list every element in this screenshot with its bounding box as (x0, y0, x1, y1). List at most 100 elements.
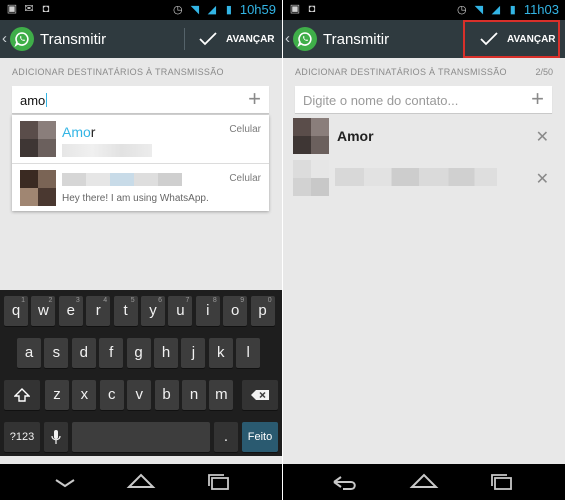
gmail-notification-icon: ✉ (24, 3, 34, 15)
name-rest: r (90, 124, 96, 140)
next-button[interactable]: AVANÇAR (198, 20, 275, 58)
key-w[interactable]: w2 (31, 296, 56, 326)
phone-type: Celular (229, 173, 261, 184)
key-l[interactable]: l (236, 338, 261, 368)
key-y[interactable]: y6 (141, 296, 165, 326)
section-label: ADICIONAR DESTINATÁRIOS À TRANSMISSÃO (295, 67, 507, 77)
key-t[interactable]: t5 (113, 296, 138, 326)
key-x[interactable]: x (72, 380, 97, 410)
home-icon[interactable] (409, 472, 439, 492)
action-bar: ‹ Transmitir AVANÇAR (283, 20, 565, 58)
next-button-label: AVANÇAR (507, 33, 556, 45)
symbols-key[interactable]: ?123 (4, 422, 40, 452)
suggestion-item[interactable]: Celular Hey there! I am using WhatsApp. (12, 163, 269, 211)
key-g[interactable]: g (126, 338, 151, 368)
action-bar: ‹ Transmitir AVANÇAR (0, 20, 282, 58)
suggestions-dropdown: Amor Celular Celular Hey there! I am usi… (12, 115, 269, 211)
recent-apps-icon[interactable] (204, 472, 234, 492)
navigation-bar (283, 464, 565, 500)
alarm-icon: ◷ (173, 3, 183, 16)
recipient-item[interactable]: Amor ✕ (283, 114, 565, 160)
key-n[interactable]: n (182, 380, 206, 410)
search-placeholder: Digite o nome do contato... (303, 93, 459, 108)
key-f[interactable]: f (99, 338, 124, 368)
key-label: y (149, 302, 157, 319)
key-s[interactable]: s (44, 338, 69, 368)
wifi-icon: ◥ (190, 3, 200, 16)
close-icon[interactable]: ✕ (536, 169, 549, 189)
back-icon[interactable] (329, 472, 359, 492)
backspace-icon (251, 390, 269, 400)
key-secondary: 5 (130, 297, 135, 304)
plus-icon[interactable]: + (531, 88, 544, 110)
key-secondary: 9 (240, 297, 245, 304)
shift-key[interactable] (4, 380, 40, 410)
key-b[interactable]: b (154, 380, 179, 410)
status-bar: ▣ ✉ ◘ ◷ ◥ ◢ ▮ 10h59 (0, 0, 282, 20)
search-input[interactable]: amo + (12, 86, 269, 114)
space-key[interactable] (72, 422, 210, 452)
next-button[interactable]: AVANÇAR (463, 20, 560, 58)
soft-keyboard: q1w2e3r4t5y6u7i8o9p0 asdfghjkl zxcvbnm ?… (0, 290, 282, 456)
period-key[interactable]: . (214, 422, 238, 452)
key-e[interactable]: e3 (58, 296, 83, 326)
recent-apps-icon[interactable] (487, 472, 517, 492)
key-z[interactable]: z (45, 380, 69, 410)
key-label: o (231, 302, 240, 319)
key-r[interactable]: r4 (86, 296, 111, 326)
key-secondary: 3 (75, 297, 80, 304)
search-input[interactable]: Digite o nome do contato... + (295, 86, 552, 114)
contact-status: Hey there! I am using WhatsApp. (62, 193, 209, 204)
key-secondary: 0 (267, 297, 272, 304)
key-o[interactable]: o9 (223, 296, 248, 326)
key-q[interactable]: q1 (4, 296, 28, 326)
match-highlight: Amo (62, 124, 91, 140)
battery-icon: ▮ (225, 3, 232, 16)
key-i[interactable]: i8 (195, 296, 220, 326)
key-label: t (123, 302, 128, 319)
key-k[interactable]: k (208, 338, 233, 368)
chevron-left-icon[interactable]: ‹ (2, 30, 7, 47)
key-h[interactable]: h (154, 338, 178, 368)
mic-key[interactable] (44, 422, 68, 452)
keyboard-row-1: q1w2e3r4t5y6u7i8o9p0 (0, 296, 282, 329)
bag-notification-icon: ◘ (42, 3, 50, 15)
key-a[interactable]: a (17, 338, 41, 368)
chevron-left-icon[interactable]: ‹ (285, 30, 290, 47)
action-divider (184, 28, 185, 50)
key-v[interactable]: v (127, 380, 152, 410)
suggestion-item[interactable]: Amor Celular (12, 115, 269, 163)
key-d[interactable]: d (71, 338, 96, 368)
key-label: w (37, 302, 49, 319)
status-time: 11h03 (523, 2, 559, 17)
signal-icon: ◢ (207, 3, 217, 16)
close-icon[interactable]: ✕ (536, 127, 549, 147)
key-u[interactable]: u7 (168, 296, 193, 326)
wifi-icon: ◥ (474, 3, 484, 16)
key-label: e (66, 302, 75, 319)
system-icons: ◷ ◥ ◢ ▮ 10h59 (172, 2, 276, 17)
blurred-name (62, 173, 182, 186)
whatsapp-icon[interactable] (10, 27, 34, 51)
avatar (20, 170, 56, 206)
collapse-keyboard-icon[interactable] (50, 472, 80, 492)
recipient-item[interactable]: ✕ (283, 156, 565, 202)
bag-notification-icon: ◘ (308, 3, 316, 15)
key-secondary: 6 (158, 297, 162, 304)
whatsapp-icon[interactable] (293, 27, 317, 51)
home-icon[interactable] (126, 472, 156, 492)
key-label: q (11, 302, 21, 319)
contact-name: Amor (62, 124, 95, 140)
image-notification-icon: ▣ (6, 3, 18, 15)
right-screen: ▣ ◘ ◷ ◥ ◢ ▮ 11h03 ‹ Transmitir AVANÇAR A… (283, 0, 565, 500)
key-m[interactable]: m (209, 380, 234, 410)
plus-icon[interactable]: + (248, 88, 261, 110)
backspace-key[interactable] (242, 380, 278, 410)
key-j[interactable]: j (181, 338, 206, 368)
key-c[interactable]: c (99, 380, 124, 410)
system-icons: ◷ ◥ ◢ ▮ 11h03 (456, 2, 559, 17)
key-p[interactable]: p0 (250, 296, 275, 326)
status-bar: ▣ ◘ ◷ ◥ ◢ ▮ 11h03 (283, 0, 565, 20)
done-key[interactable]: Feito (242, 422, 278, 452)
blurred-name (335, 168, 497, 186)
